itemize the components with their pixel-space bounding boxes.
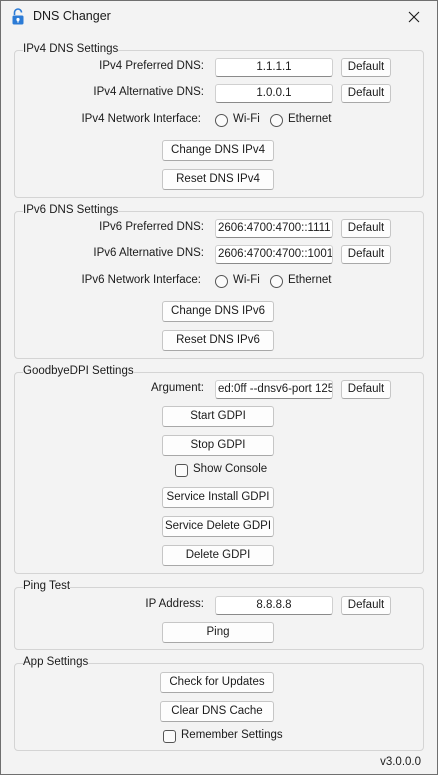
check-for-updates-button[interactable]: Check for Updates (160, 672, 274, 693)
ipv6-alternative-input[interactable]: 2606:4700:4700::1001 (215, 245, 333, 264)
ipv4-alternative-label: IPv4 Alternative DNS: (93, 86, 204, 98)
ipv4-interface-label: IPv4 Network Interface: (81, 113, 201, 125)
ipv6-preferred-input[interactable]: 2606:4700:4700::1111 (215, 219, 333, 238)
gdpi-argument-default-button[interactable]: Default (341, 380, 391, 399)
gdpi-argument-label: Argument: (150, 382, 204, 394)
delete-gdpi-button[interactable]: Delete GDPI (162, 545, 274, 566)
gdpi-argument-input[interactable]: ed:0ff --dnsv6-port 1253 (215, 380, 333, 399)
ipv4-wifi-radio[interactable] (215, 114, 228, 127)
title-bar: DNS Changer (1, 1, 437, 33)
app-settings-group: App Settings Check for Updates Clear DNS… (14, 656, 424, 751)
remember-settings-label[interactable]: Remember Settings (181, 729, 283, 741)
dns-changer-window: DNS Changer IPv4 DNS Settings IPv4 Prefe… (0, 0, 438, 775)
stop-gdpi-button[interactable]: Stop GDPI (162, 435, 274, 456)
ipv4-ethernet-label[interactable]: Ethernet (288, 113, 331, 125)
close-icon (408, 11, 420, 22)
service-delete-gdpi-button[interactable]: Service Delete GDPI (162, 516, 274, 537)
remember-settings-checkbox[interactable] (163, 730, 176, 743)
close-button[interactable] (391, 1, 437, 32)
ipv6-group-title: IPv6 DNS Settings (23, 204, 119, 216)
ipv6-settings-group: IPv6 DNS Settings IPv6 Preferred DNS: 26… (14, 204, 424, 359)
ipv4-preferred-default-button[interactable]: Default (341, 58, 391, 77)
ipv6-preferred-label: IPv6 Preferred DNS: (99, 221, 204, 233)
app-group-title: App Settings (23, 656, 89, 668)
ping-test-group: Ping Test IP Address: 8.8.8.8 Default Pi… (14, 580, 424, 650)
service-install-gdpi-button[interactable]: Service Install GDPI (162, 487, 274, 508)
ipv6-wifi-radio[interactable] (215, 275, 228, 288)
show-console-label[interactable]: Show Console (193, 463, 267, 475)
show-console-checkbox[interactable] (175, 464, 188, 477)
ipv6-interface-label: IPv6 Network Interface: (81, 274, 201, 286)
window-title: DNS Changer (33, 9, 111, 23)
ipv4-alternative-default-button[interactable]: Default (341, 84, 391, 103)
ipv6-alternative-label: IPv6 Alternative DNS: (93, 247, 204, 259)
gdpi-settings-group: GoodbyeDPI Settings Argument: ed:0ff --d… (14, 365, 424, 574)
ping-ip-default-button[interactable]: Default (341, 596, 391, 615)
ipv6-alternative-default-button[interactable]: Default (341, 245, 391, 264)
start-gdpi-button[interactable]: Start GDPI (162, 406, 274, 427)
dns-lock-icon (12, 8, 24, 25)
ping-ip-label: IP Address: (145, 598, 204, 610)
version-label: v3.0.0.0 (380, 756, 421, 768)
ipv4-preferred-input[interactable]: 1.1.1.1 (215, 58, 333, 77)
ipv6-preferred-default-button[interactable]: Default (341, 219, 391, 238)
change-dns-ipv4-button[interactable]: Change DNS IPv4 (162, 140, 274, 161)
ping-group-title: Ping Test (23, 580, 71, 592)
ipv4-alternative-input[interactable]: 1.0.0.1 (215, 84, 333, 103)
ping-button[interactable]: Ping (162, 622, 274, 643)
reset-dns-ipv6-button[interactable]: Reset DNS IPv6 (162, 330, 274, 351)
ipv4-group-title: IPv4 DNS Settings (23, 43, 119, 55)
ipv4-ethernet-radio[interactable] (270, 114, 283, 127)
ipv6-wifi-label[interactable]: Wi-Fi (233, 274, 260, 286)
ipv4-preferred-label: IPv4 Preferred DNS: (99, 60, 204, 72)
ipv4-settings-group: IPv4 DNS Settings IPv4 Preferred DNS: 1.… (14, 43, 424, 198)
ping-ip-input[interactable]: 8.8.8.8 (215, 596, 333, 615)
ipv6-ethernet-label[interactable]: Ethernet (288, 274, 331, 286)
reset-dns-ipv4-button[interactable]: Reset DNS IPv4 (162, 169, 274, 190)
ipv4-wifi-label[interactable]: Wi-Fi (233, 113, 260, 125)
ipv6-ethernet-radio[interactable] (270, 275, 283, 288)
change-dns-ipv6-button[interactable]: Change DNS IPv6 (162, 301, 274, 322)
clear-dns-cache-button[interactable]: Clear DNS Cache (160, 701, 274, 722)
gdpi-group-title: GoodbyeDPI Settings (23, 365, 134, 377)
